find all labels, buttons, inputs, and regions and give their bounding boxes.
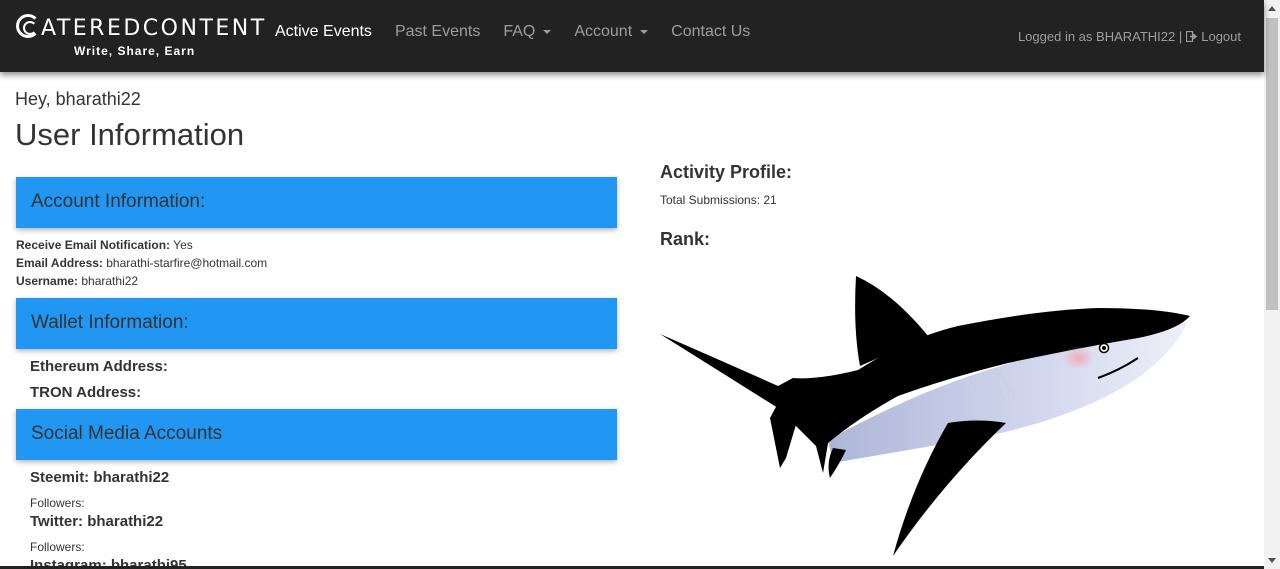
scroll-down-icon[interactable] xyxy=(1268,558,1276,563)
email-notification-row: Receive Email Notification: Yes xyxy=(16,238,193,252)
logout-link[interactable]: Logout xyxy=(1186,29,1241,44)
page-title: User Information xyxy=(15,117,245,152)
nav-link-account[interactable]: Account xyxy=(574,23,649,41)
navbar: ATEREDCONTENT Write, Share, Earn Active … xyxy=(0,0,1264,72)
total-submissions: Total Submissions: 21 xyxy=(660,193,777,207)
steemit-account: Steemit: bharathi22 xyxy=(30,469,170,486)
user-status: Logged in as BHARATHI22 | Logout xyxy=(1018,29,1241,44)
greeting: Hey, bharathi22 xyxy=(15,89,141,109)
email-address-row: Email Address: bharathi-starfire@hotmail… xyxy=(16,256,268,270)
twitter-followers: Followers: xyxy=(30,540,85,554)
tron-address-label: TRON Address: xyxy=(30,384,142,401)
page-scrollbar[interactable] xyxy=(1264,0,1280,569)
wallet-info-panel: Wallet Information: xyxy=(16,298,617,349)
steemit-followers: Followers: xyxy=(30,496,85,510)
brand-name: ATEREDCONTENT xyxy=(41,16,267,41)
brand-logo[interactable]: ATEREDCONTENT Write, Share, Earn xyxy=(16,14,264,62)
scroll-up-icon[interactable] xyxy=(1268,6,1276,11)
username-row: Username: bharathi22 xyxy=(16,274,139,288)
nav-link-past-events[interactable]: Past Events xyxy=(395,23,480,41)
nav-link-faq[interactable]: FAQ xyxy=(503,23,552,41)
social-media-panel: Social Media Accounts xyxy=(16,409,617,460)
social-media-title: Social Media Accounts xyxy=(31,423,223,444)
logged-in-text: Logged in as BHARATHI22 | xyxy=(1017,29,1183,44)
wallet-info-title: Wallet Information: xyxy=(31,312,189,333)
ethereum-address-label: Ethereum Address: xyxy=(30,358,168,375)
shark-rank-icon xyxy=(660,276,1190,556)
nav-link-contact-us[interactable]: Contact Us xyxy=(671,23,750,41)
nav-links: Active Events Past Events FAQ Account Co… xyxy=(275,23,773,41)
rank-title: Rank: xyxy=(660,229,711,249)
twitter-account: Twitter: bharathi22 xyxy=(30,513,164,530)
caret-down-icon xyxy=(640,30,649,34)
account-info-title: Account Information: xyxy=(31,191,206,212)
nav-link-active-events[interactable]: Active Events xyxy=(275,23,372,41)
brand-c-icon xyxy=(16,14,40,38)
account-info-panel: Account Information: xyxy=(16,177,617,228)
scroll-thumb[interactable] xyxy=(1266,18,1278,310)
sign-out-icon xyxy=(1186,31,1198,42)
activity-profile-title: Activity Profile: xyxy=(660,162,793,182)
brand-tagline: Write, Share, Earn xyxy=(74,44,196,58)
caret-down-icon xyxy=(543,30,552,34)
